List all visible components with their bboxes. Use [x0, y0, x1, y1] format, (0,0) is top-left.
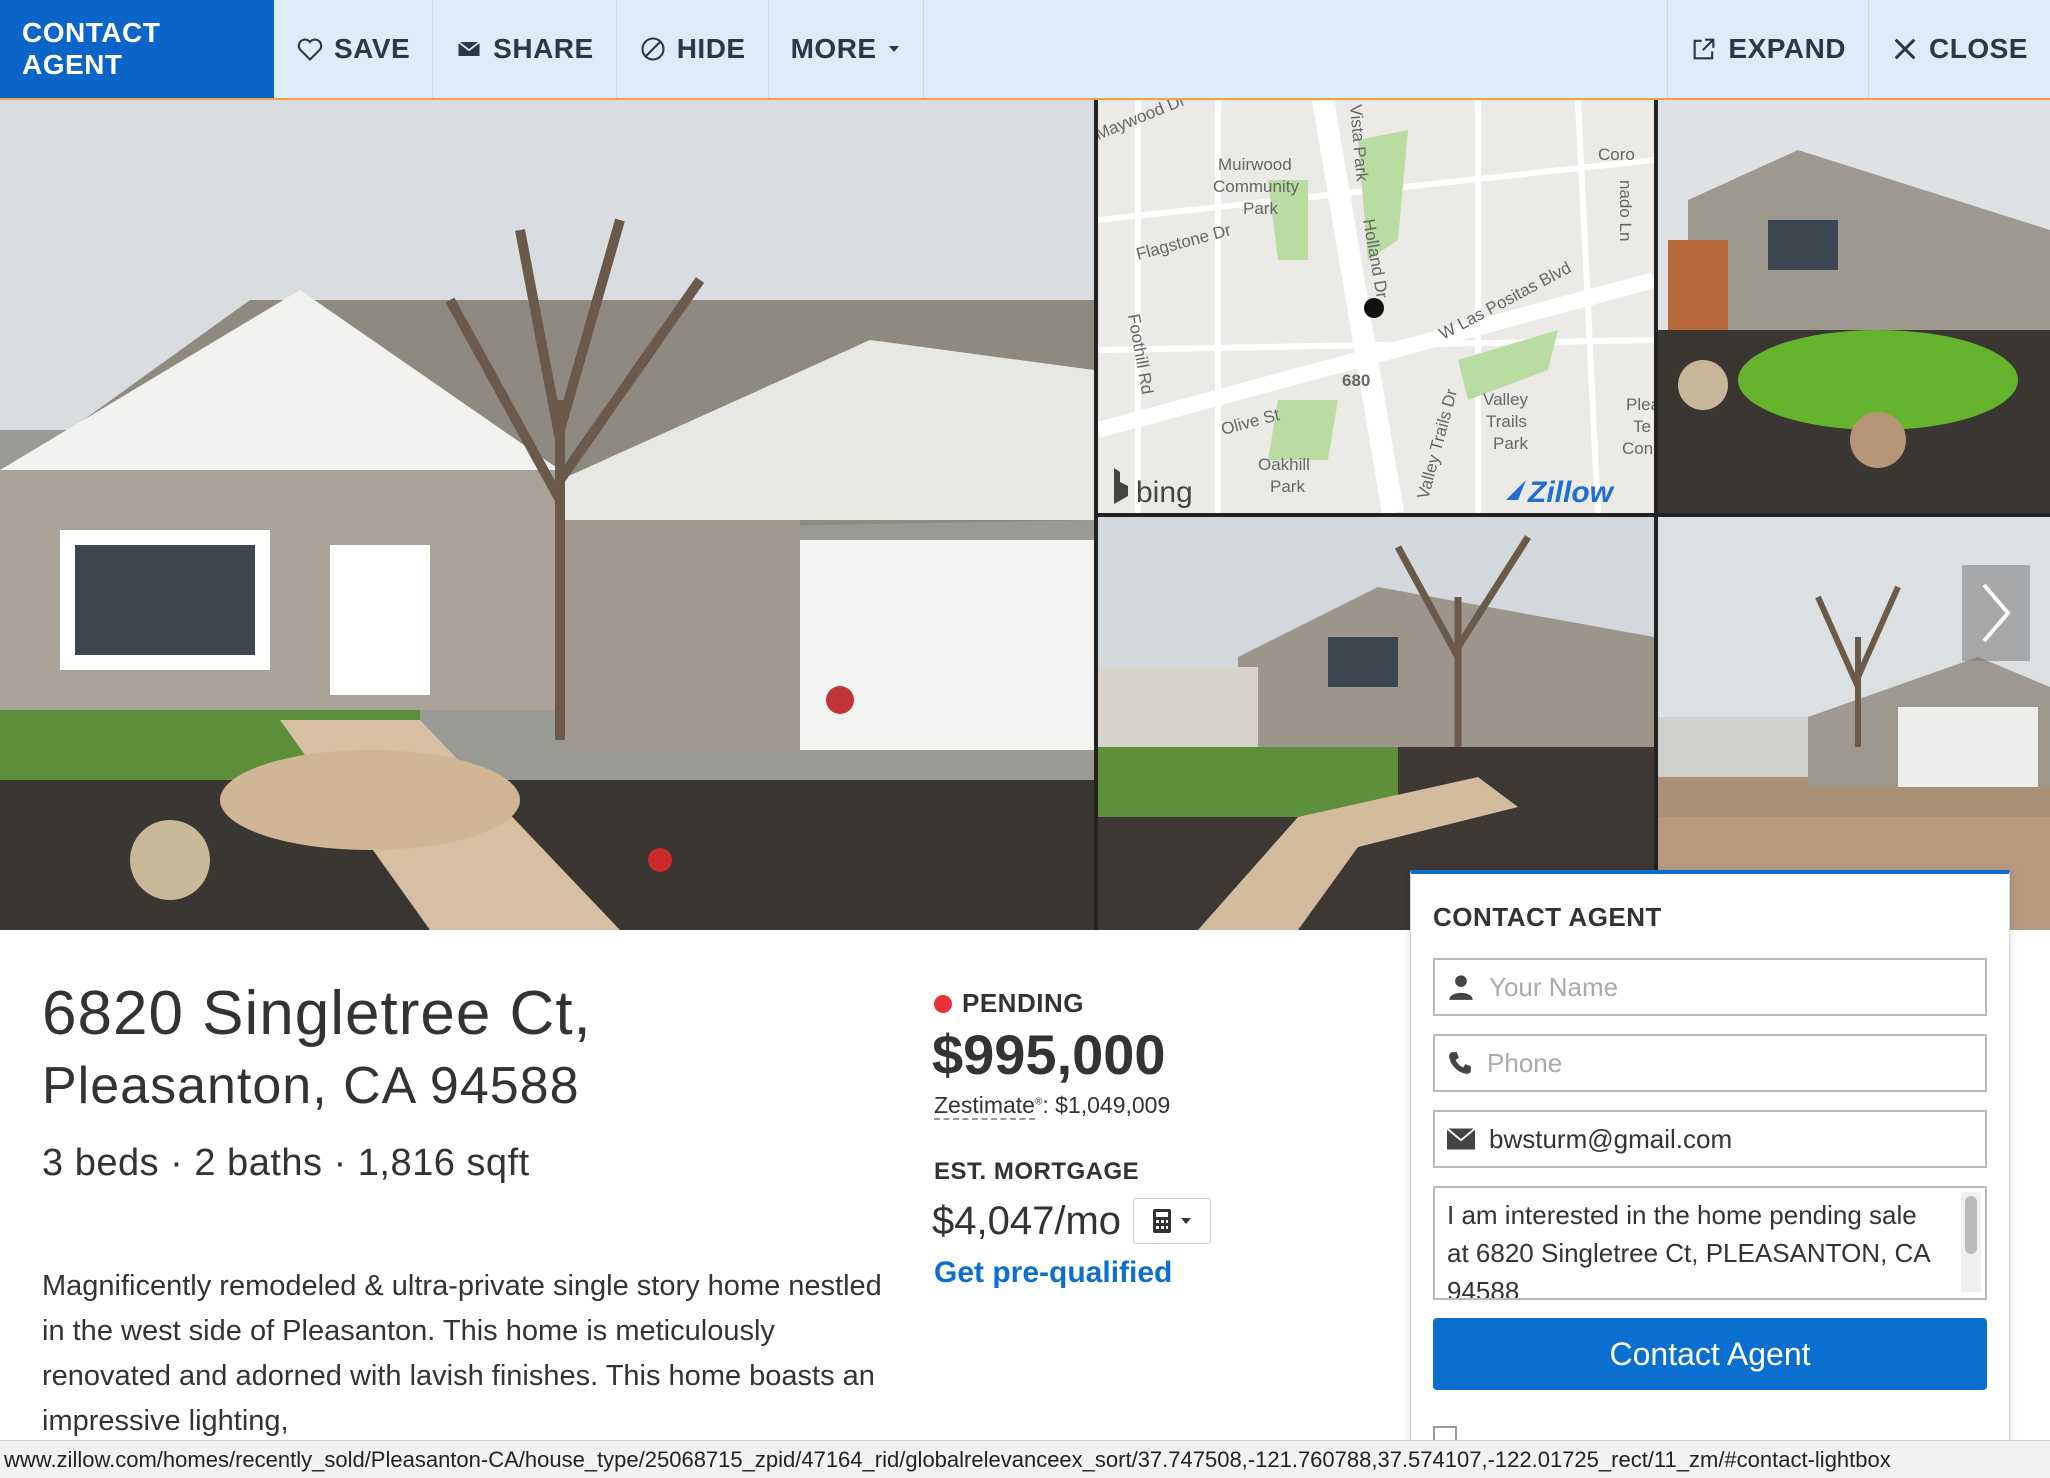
name-placeholder: Your Name — [1489, 971, 1619, 1002]
name-field[interactable]: Your Name — [1433, 958, 1987, 1016]
phone-field[interactable]: Phone — [1433, 1034, 1987, 1092]
map-label: Valley — [1483, 390, 1529, 409]
contact-agent-label: CONTACT AGENT — [22, 17, 161, 80]
phone-icon — [1449, 1052, 1471, 1074]
hide-icon — [641, 37, 665, 61]
envelope-icon — [1447, 1128, 1475, 1150]
envelope-icon — [458, 41, 481, 56]
contact-agent-submit-button[interactable]: Contact Agent — [1433, 1318, 1987, 1390]
expand-label: EXPAND — [1728, 33, 1847, 64]
map-label: Park — [1270, 477, 1305, 496]
contact-agent-button[interactable]: CONTACT AGENT — [0, 0, 274, 98]
map-label: Con — [1622, 439, 1653, 458]
external-link-icon — [1694, 38, 1715, 60]
listing-details: 6820 Singletree Ct, Pleasanton, CA 94588… — [0, 930, 1410, 1450]
expand-button[interactable]: EXPAND — [1667, 0, 1868, 98]
map-label: Community — [1213, 177, 1299, 196]
share-button[interactable]: SHARE — [433, 0, 617, 98]
zestimate: Zestimate®: $1,049,009 — [934, 1092, 1171, 1120]
map-pin — [1364, 298, 1384, 318]
close-button[interactable]: CLOSE — [1868, 0, 2050, 98]
map-label: Te — [1633, 417, 1651, 436]
photo-yard-front[interactable] — [1658, 100, 2050, 513]
map-label: 680 — [1342, 371, 1370, 390]
close-icon — [1894, 38, 1916, 60]
caret-down-icon — [888, 46, 899, 52]
caret-down-icon — [1181, 1218, 1192, 1224]
map-image: Maywood Dr Muirwood Community Park Flags… — [1098, 100, 1654, 513]
save-label: SAVE — [334, 33, 411, 64]
photo-house-angle[interactable] — [1098, 517, 1654, 930]
photo-gallery: Maywood Dr Muirwood Community Park Flags… — [0, 100, 2050, 930]
map-label: nado Ln — [1616, 180, 1635, 241]
pending-dot-icon — [934, 994, 952, 1013]
map-label: Muirwood — [1218, 155, 1292, 174]
gallery-next-button[interactable] — [1962, 565, 2030, 661]
location-map[interactable]: Maywood Dr Muirwood Community Park Flags… — [1098, 100, 1654, 513]
address-line2: Pleasanton, CA 94588 — [42, 1057, 580, 1115]
message-text: I am interested in the home pending sale… — [1447, 1200, 1930, 1300]
house-photo-image — [0, 100, 1094, 930]
phone-placeholder: Phone — [1487, 1047, 1563, 1078]
status-label: PENDING — [962, 988, 1084, 1018]
chevron-right-icon — [1982, 583, 2011, 643]
mortgage-row: $4,047/mo — [932, 1198, 1212, 1244]
close-label: CLOSE — [1929, 33, 2028, 64]
status-badge: PENDING — [934, 988, 1084, 1019]
contact-panel-title: CONTACT AGENT — [1433, 902, 1662, 932]
map-label: Trails — [1486, 412, 1527, 431]
bing-text: bing — [1136, 476, 1193, 509]
user-icon — [1449, 975, 1473, 1000]
zestimate-label[interactable]: Zestimate — [934, 1092, 1035, 1120]
listing-description: Magnificently remodeled & ultra-private … — [42, 1270, 882, 1437]
save-button[interactable]: SAVE — [274, 0, 434, 98]
email-value: bwsturm@gmail.com — [1489, 1123, 1733, 1154]
listing-toolbar: CONTACT AGENT SAVE SHARE HIDE MORE EXPAN… — [0, 0, 2050, 100]
textarea-scroll-thumb[interactable] — [1965, 1196, 1977, 1254]
map-label: Plea — [1626, 395, 1654, 414]
email-field[interactable]: bwsturm@gmail.com — [1433, 1110, 1987, 1168]
get-prequalified-link[interactable]: Get pre-qualified — [934, 1256, 1172, 1290]
map-label: Coro — [1598, 145, 1635, 164]
more-label: MORE — [790, 33, 877, 64]
mortgage-label: EST. MORTGAGE — [934, 1158, 1140, 1185]
contact-agent-panel: CONTACT AGENT Your Name Phone bwsturm@gm… — [1410, 870, 2010, 1450]
share-label: SHARE — [493, 33, 594, 64]
zillow-text: Zillow — [1527, 476, 1615, 509]
address-line1: 6820 Singletree Ct, — [42, 979, 592, 1048]
map-label: Park — [1243, 199, 1278, 218]
yard-photo-image — [1658, 100, 2050, 513]
home-facts: 3 beds · 2 baths · 1,816 sqft — [42, 1142, 530, 1184]
main-house-photo[interactable] — [0, 100, 1094, 930]
house-angle-image — [1098, 517, 1654, 930]
mortgage-value: $4,047/mo — [932, 1198, 1122, 1243]
hide-label: HIDE — [676, 33, 746, 64]
zestimate-value: : $1,049,009 — [1042, 1092, 1171, 1118]
more-button[interactable]: MORE — [769, 0, 924, 98]
mortgage-calculator-button[interactable] — [1133, 1198, 1212, 1244]
heart-icon — [297, 38, 323, 61]
hide-button[interactable]: HIDE — [617, 0, 769, 98]
calculator-icon — [1153, 1209, 1172, 1233]
status-url-bar: www.zillow.com/homes/recently_sold/Pleas… — [0, 1440, 2050, 1478]
map-label: Oakhill — [1258, 455, 1310, 474]
listing-price: $995,000 — [932, 1023, 1166, 1086]
map-label: Park — [1493, 434, 1528, 453]
message-textarea[interactable]: I am interested in the home pending sale… — [1433, 1186, 1987, 1300]
